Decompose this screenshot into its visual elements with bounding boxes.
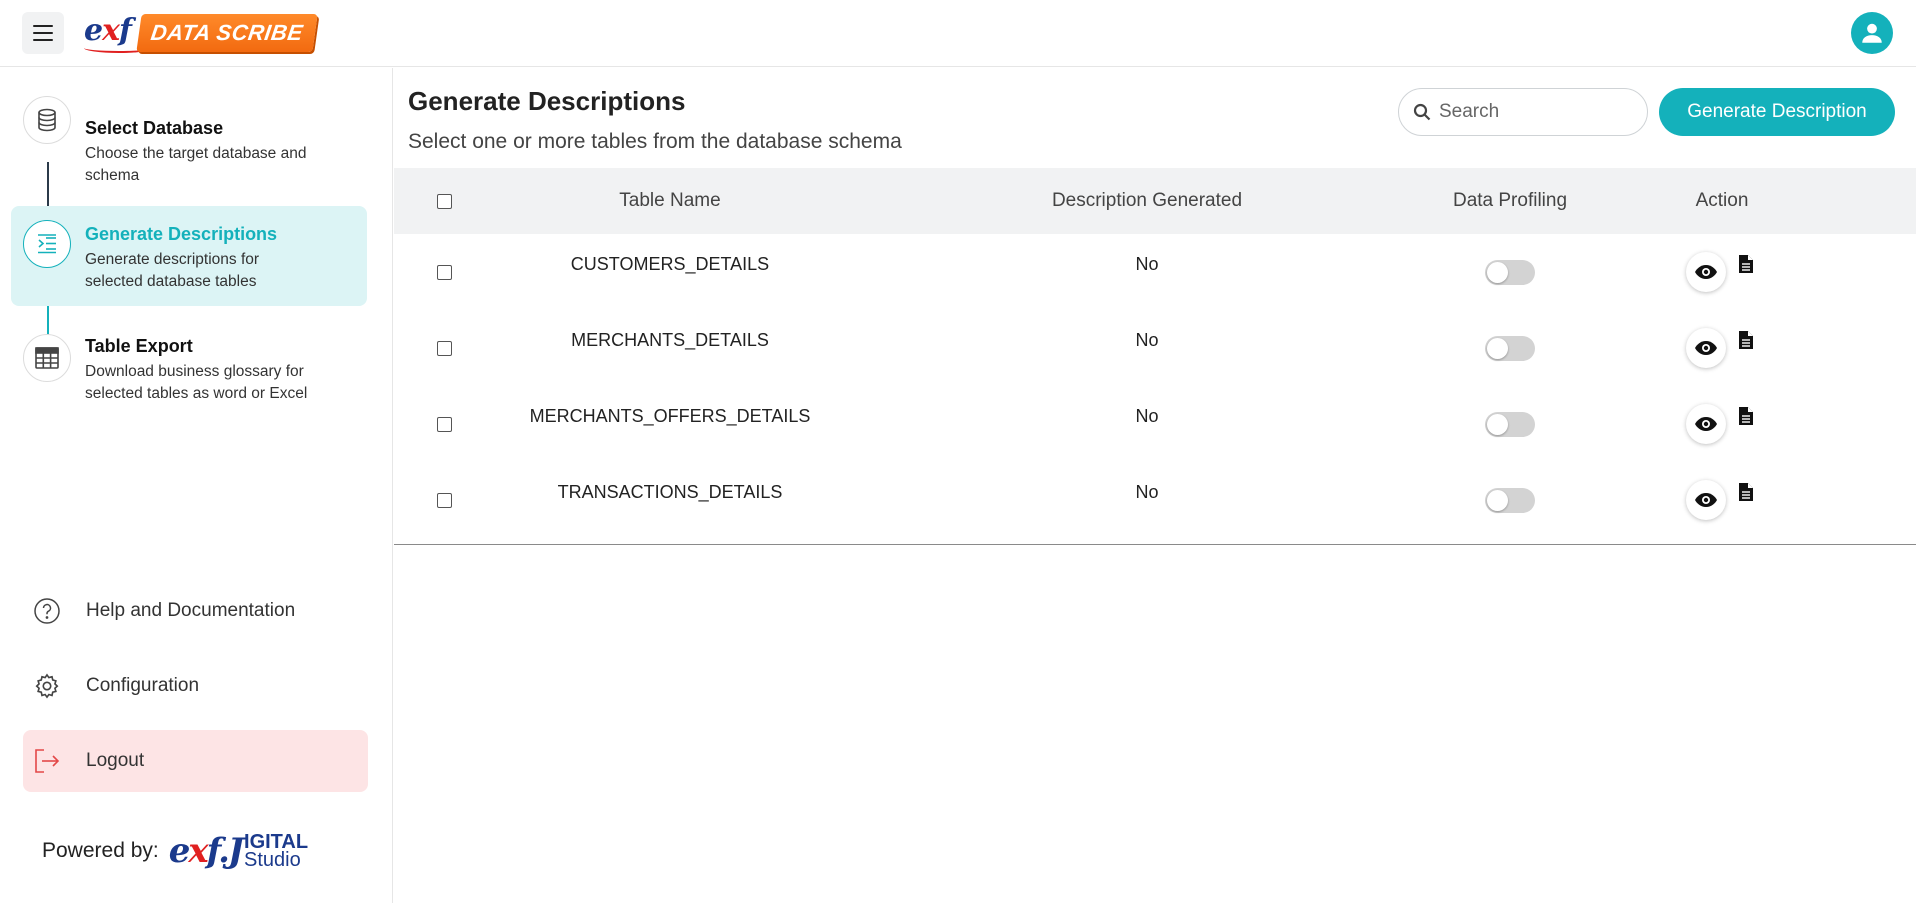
view-button[interactable] xyxy=(1686,252,1726,292)
step-title: Generate Descriptions xyxy=(85,224,278,244)
exf-logo: exf xyxy=(84,13,154,53)
gear-icon xyxy=(33,672,61,700)
document-icon xyxy=(1739,331,1753,349)
menu-line-icon xyxy=(33,32,53,34)
logout-label: Logout xyxy=(86,750,145,771)
data-profiling-toggle[interactable] xyxy=(1485,259,1535,285)
user-icon xyxy=(1862,23,1882,43)
eye-icon xyxy=(1695,493,1717,507)
header-data-profiling: Data Profiling xyxy=(1452,190,1568,211)
list-indent-icon xyxy=(23,220,71,268)
exf-digital-studio-logo: exf.J IGITAL Studio xyxy=(168,831,309,871)
document-button[interactable] xyxy=(1734,252,1758,276)
sidebar: Select Database Choose the target databa… xyxy=(0,68,393,903)
table-row: TRANSACTIONS_DETAILS No xyxy=(394,462,1916,538)
row-checkbox[interactable] xyxy=(436,416,452,432)
generate-description-button[interactable]: Generate Description xyxy=(1659,88,1895,136)
document-button[interactable] xyxy=(1734,404,1758,428)
hamburger-menu-button[interactable] xyxy=(22,12,64,54)
powered-by: Powered by: exf.J IGITAL Studio xyxy=(42,831,308,871)
table-divider xyxy=(394,544,1916,545)
logout-icon xyxy=(33,747,61,775)
view-button[interactable] xyxy=(1686,328,1726,368)
search-box[interactable] xyxy=(1398,88,1648,136)
document-icon xyxy=(1739,407,1753,425)
page-title: Generate Descriptions xyxy=(408,86,686,116)
app-logo[interactable]: exf DATA SCRIBE xyxy=(84,10,318,56)
step-description: Choose the target database and schema xyxy=(85,145,307,184)
help-circle-icon xyxy=(33,597,61,625)
description-generated-cell: No xyxy=(1135,329,1159,350)
header-action: Action xyxy=(1695,190,1749,211)
help-documentation-link[interactable]: Help and Documentation xyxy=(23,580,368,642)
step-generate-descriptions[interactable]: Generate Descriptions Generate descripti… xyxy=(11,206,367,306)
step-table-export[interactable]: Table Export Download business glossary … xyxy=(11,320,367,430)
description-generated-cell: No xyxy=(1135,481,1159,502)
table-icon xyxy=(23,334,71,382)
table-name-cell: MERCHANTS_OFFERS_DETAILS xyxy=(529,405,811,426)
description-generated-cell: No xyxy=(1135,405,1159,426)
menu-line-icon xyxy=(33,25,53,27)
eye-icon xyxy=(1695,265,1717,279)
table-row: MERCHANTS_DETAILS No xyxy=(394,310,1916,386)
select-all-checkbox[interactable] xyxy=(436,193,452,209)
data-profiling-toggle[interactable] xyxy=(1485,335,1535,361)
menu-line-icon xyxy=(33,39,53,41)
data-profiling-toggle[interactable] xyxy=(1485,487,1535,513)
table-header-row: Table Name Description Generated Data Pr… xyxy=(394,168,1916,234)
row-checkbox[interactable] xyxy=(436,492,452,508)
search-input[interactable] xyxy=(1439,101,1629,123)
configuration-label: Configuration xyxy=(86,675,200,696)
header-table-name: Table Name xyxy=(619,190,721,211)
step-title: Table Export xyxy=(85,336,193,356)
step-description: Generate descriptions for selected datab… xyxy=(85,251,260,290)
help-label: Help and Documentation xyxy=(86,600,296,621)
main-content: Generate Descriptions Select one or more… xyxy=(394,68,1916,903)
configuration-link[interactable]: Configuration xyxy=(23,655,368,717)
search-icon xyxy=(1413,103,1431,121)
step-description: Download business glossary for selected … xyxy=(85,363,308,402)
app-header: exf DATA SCRIBE xyxy=(0,0,1916,67)
row-checkbox[interactable] xyxy=(436,340,452,356)
table-name-cell: CUSTOMERS_DETAILS xyxy=(570,253,770,274)
step-select-database[interactable]: Select Database Choose the target databa… xyxy=(11,82,367,184)
database-icon xyxy=(23,96,71,144)
document-button[interactable] xyxy=(1734,328,1758,352)
tables-table: Table Name Description Generated Data Pr… xyxy=(394,168,1916,545)
eye-icon xyxy=(1695,417,1717,431)
table-row: CUSTOMERS_DETAILS No xyxy=(394,234,1916,310)
row-checkbox[interactable] xyxy=(436,264,452,280)
table-name-cell: MERCHANTS_DETAILS xyxy=(571,329,769,350)
powered-by-label: Powered by: xyxy=(42,839,159,862)
data-profiling-toggle[interactable] xyxy=(1485,411,1535,437)
description-generated-cell: No xyxy=(1135,253,1159,274)
document-icon xyxy=(1739,255,1753,273)
page-subtitle: Select one or more tables from the datab… xyxy=(408,130,902,153)
header-description-generated: Description Generated xyxy=(1051,190,1243,211)
document-icon xyxy=(1739,483,1753,501)
table-name-cell: TRANSACTIONS_DETAILS xyxy=(557,481,783,502)
user-avatar-button[interactable] xyxy=(1851,12,1893,54)
data-scribe-badge: DATA SCRIBE xyxy=(136,14,318,52)
logout-button[interactable]: Logout xyxy=(23,730,368,792)
eye-icon xyxy=(1695,341,1717,355)
document-button[interactable] xyxy=(1734,480,1758,504)
view-button[interactable] xyxy=(1686,404,1726,444)
step-title: Select Database xyxy=(85,118,224,138)
table-row: MERCHANTS_OFFERS_DETAILS No xyxy=(394,386,1916,462)
view-button[interactable] xyxy=(1686,480,1726,520)
